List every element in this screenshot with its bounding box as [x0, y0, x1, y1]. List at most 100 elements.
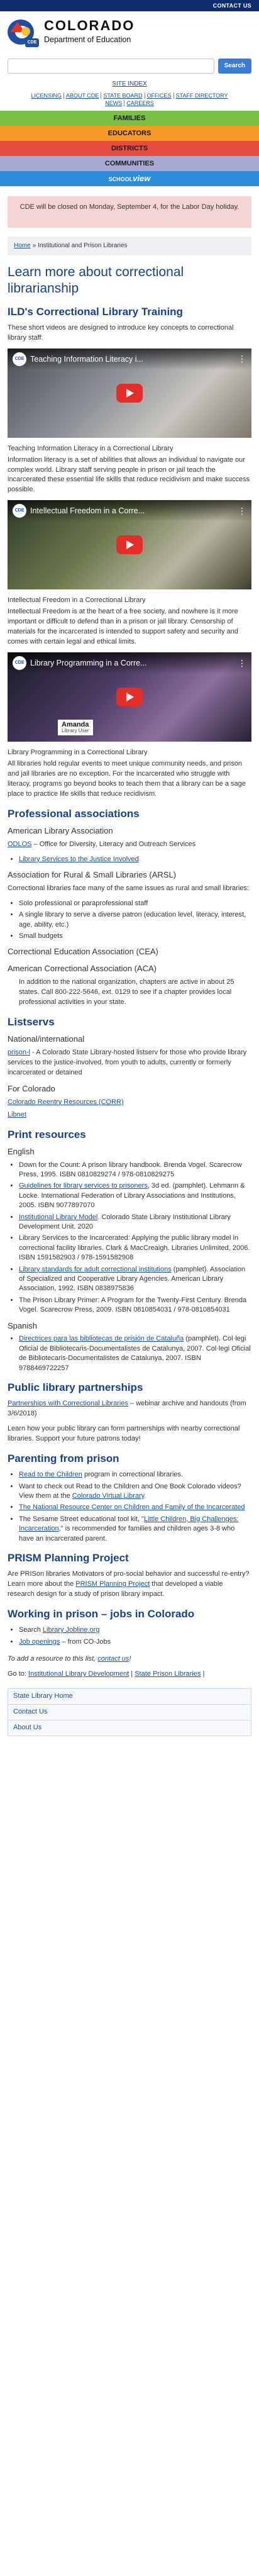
odlos-link[interactable]: ODLOS: [8, 840, 32, 848]
nav-districts[interactable]: DISTRICTS: [0, 141, 259, 156]
video-caption-library-programming: Library Programming in a Correctional Li…: [8, 749, 148, 756]
about-us-link[interactable]: About Us: [8, 1720, 251, 1736]
video-title[interactable]: Library Programming in a Corre...: [30, 657, 234, 669]
news-link[interactable]: NEWS: [105, 100, 122, 106]
topbar: CONTACT US: [0, 0, 259, 11]
list-item: Solo professional or paraprofessional st…: [19, 899, 251, 908]
offices-link[interactable]: OFFICES: [147, 92, 172, 99]
video-name-tag: Amanda Library User: [58, 720, 93, 735]
more-vertical-icon[interactable]: ⋮: [238, 657, 246, 669]
partnerships-link[interactable]: Partnerships with Correctional Libraries: [8, 1400, 128, 1407]
about-cde-link[interactable]: ABOUT CDE: [66, 92, 99, 99]
video-title[interactable]: Intellectual Freedom in a Corre...: [30, 505, 234, 516]
schoolview-label-school: SCHOOL: [108, 176, 133, 182]
item-text: The Sesame Street educational tool kit, …: [19, 1515, 144, 1523]
item-text: program in correctional libraries.: [82, 1471, 184, 1479]
video-title[interactable]: Teaching Information Literacy i...: [30, 354, 234, 365]
contact-us-inline-link[interactable]: contact us: [97, 1655, 129, 1663]
footer-contact-us-link[interactable]: Contact Us: [8, 1705, 251, 1720]
job-openings-link[interactable]: Job openings: [19, 1638, 60, 1646]
video-player-library-programming[interactable]: CDE Library Programming in a Corre... ⋮ …: [8, 652, 251, 742]
aca-text: In addition to the national organization…: [19, 978, 234, 1006]
breadcrumb: Home» Institutional and Prison Libraries: [8, 237, 251, 255]
video-player-intellectual-freedom[interactable]: CDE Intellectual Freedom in a Corre... ⋮: [8, 500, 251, 590]
odlos-line: ODLOS – Office for Diversity, Literacy a…: [8, 840, 251, 850]
nrccfi-link[interactable]: The National Resource Center on Children…: [19, 1503, 245, 1511]
corr-line: Colorado Reentry Resources (CORR): [8, 1098, 251, 1108]
play-button-icon[interactable]: [116, 688, 143, 706]
search-button[interactable]: Search: [218, 59, 251, 74]
video-desc-library-programming: All libraries hold regular events to mee…: [8, 759, 246, 798]
video-player-info-literacy[interactable]: CDE Teaching Information Literacy i... ⋮: [8, 348, 251, 438]
search-input[interactable]: [8, 59, 214, 74]
brand-text: COLORADO Department of Education: [44, 18, 135, 45]
english-resources-list: Down for the Count: A prison library han…: [8, 1161, 251, 1315]
list-item: The National Resource Center on Children…: [19, 1503, 251, 1512]
page-title: Learn more about correctional librarians…: [8, 265, 184, 296]
video-person-role: Library User: [62, 728, 89, 734]
resource-text: Library Services to the Incarcerated: Ap…: [19, 1234, 250, 1262]
list-item: The Prison Library Primer: A Program for…: [19, 1296, 251, 1315]
institutional-library-dev-link[interactable]: Institutional Library Development: [28, 1670, 129, 1678]
colorado-virtual-library-link[interactable]: Colorado Virtual Library: [72, 1492, 145, 1500]
list-item: Institutional Library Model. Colorado St…: [19, 1213, 251, 1232]
nav-educators[interactable]: EDUCATORS: [0, 126, 259, 141]
list-item: Search Library Jobline.org: [19, 1625, 251, 1635]
contact-pre: To add a resource to this list,: [8, 1655, 98, 1663]
libnet-link[interactable]: Libnet: [8, 1111, 26, 1118]
licensing-link[interactable]: LICENSING: [31, 92, 62, 99]
prism-heading: PRISM Planning Project: [8, 1551, 129, 1564]
video-title-bar: CDE Teaching Information Literacy i... ⋮: [8, 348, 251, 370]
brand-subtitle: Department of Education: [44, 35, 131, 44]
channel-logo-icon[interactable]: CDE: [13, 352, 26, 366]
site-links: SITE INDEX LICENSING ABOUT CDE STATE BOARD…: [0, 79, 259, 111]
list-item: Guidelines for library services to priso…: [19, 1181, 251, 1210]
state-board-link[interactable]: STATE BOARD: [103, 92, 142, 99]
english-heading: English: [8, 1146, 35, 1156]
play-button-icon[interactable]: [116, 383, 143, 403]
video-desc-info-literacy: Information literacy is a set of abiliti…: [8, 455, 250, 494]
list-item: Library Services to the Justice Involved: [19, 855, 251, 864]
careers-link[interactable]: CAREERS: [126, 100, 154, 106]
list-item: Library standards for adult correctional…: [19, 1265, 251, 1294]
resource-link[interactable]: Directrices para las bibliotecas de pris…: [19, 1335, 184, 1342]
odlos-text: – Office for Diversity, Literacy and Out…: [31, 840, 196, 848]
site-header: CDE COLORADO Department of Education: [0, 11, 259, 53]
goto-line: Go to: Institutional Library Development…: [8, 1670, 251, 1680]
prism-link[interactable]: PRISM Planning Project: [75, 1580, 150, 1588]
breadcrumb-home-link[interactable]: Home: [14, 242, 31, 249]
contact-us-link[interactable]: CONTACT US: [213, 3, 251, 9]
channel-logo-icon[interactable]: CDE: [13, 504, 26, 518]
channel-logo-icon[interactable]: CDE: [13, 656, 26, 670]
state-library-home-link[interactable]: State Library Home: [8, 1689, 251, 1705]
parenting-heading: Parenting from prison: [8, 1452, 119, 1464]
main-content: Learn more about correctional librarians…: [0, 255, 259, 1680]
resource-link[interactable]: Library standards for adult correctional…: [19, 1266, 172, 1273]
resource-link[interactable]: Institutional Library Model: [19, 1213, 97, 1221]
jobs-list: Search Library Jobline.org Job openings …: [8, 1625, 251, 1647]
contact-post: !: [129, 1655, 131, 1663]
read-to-children-link[interactable]: Read to the Children: [19, 1471, 82, 1478]
nav-schoolview[interactable]: SCHOOLview: [0, 171, 259, 186]
spanish-heading: Spanish: [8, 1320, 37, 1330]
nav-communities[interactable]: COMMUNITIES: [0, 156, 259, 171]
state-prison-libraries-link[interactable]: State Prison Libraries: [135, 1670, 201, 1678]
search-row: Search: [0, 53, 259, 79]
corr-link[interactable]: Colorado Reentry Resources (CORR): [8, 1098, 124, 1106]
more-vertical-icon[interactable]: ⋮: [238, 505, 246, 517]
list-item: Library Services to the Incarcerated: Ap…: [19, 1234, 251, 1263]
nav-families[interactable]: FAMILIES: [0, 111, 259, 126]
video-desc-intellectual-freedom: Intellectual Freedom is at the heart of …: [8, 608, 238, 646]
justice-involved-link[interactable]: Library Services to the Justice Involved: [19, 856, 139, 863]
library-jobline-link[interactable]: Library Jobline.org: [43, 1626, 100, 1634]
video-title-bar: CDE Intellectual Freedom in a Corre... ⋮: [8, 500, 251, 522]
staff-directory-link[interactable]: STAFF DIRECTORY: [176, 92, 228, 99]
resource-link[interactable]: Guidelines for library services to priso…: [19, 1182, 148, 1190]
prison-l-link[interactable]: prison-l: [8, 1049, 30, 1056]
play-button-icon[interactable]: [116, 535, 143, 555]
site-index-link[interactable]: SITE INDEX: [112, 81, 147, 87]
cde-logo[interactable]: CDE: [8, 18, 39, 47]
more-vertical-icon[interactable]: ⋮: [238, 352, 246, 365]
add-resource-line: To add a resource to this list, contact …: [8, 1654, 251, 1664]
goto-pre: Go to:: [8, 1670, 29, 1678]
